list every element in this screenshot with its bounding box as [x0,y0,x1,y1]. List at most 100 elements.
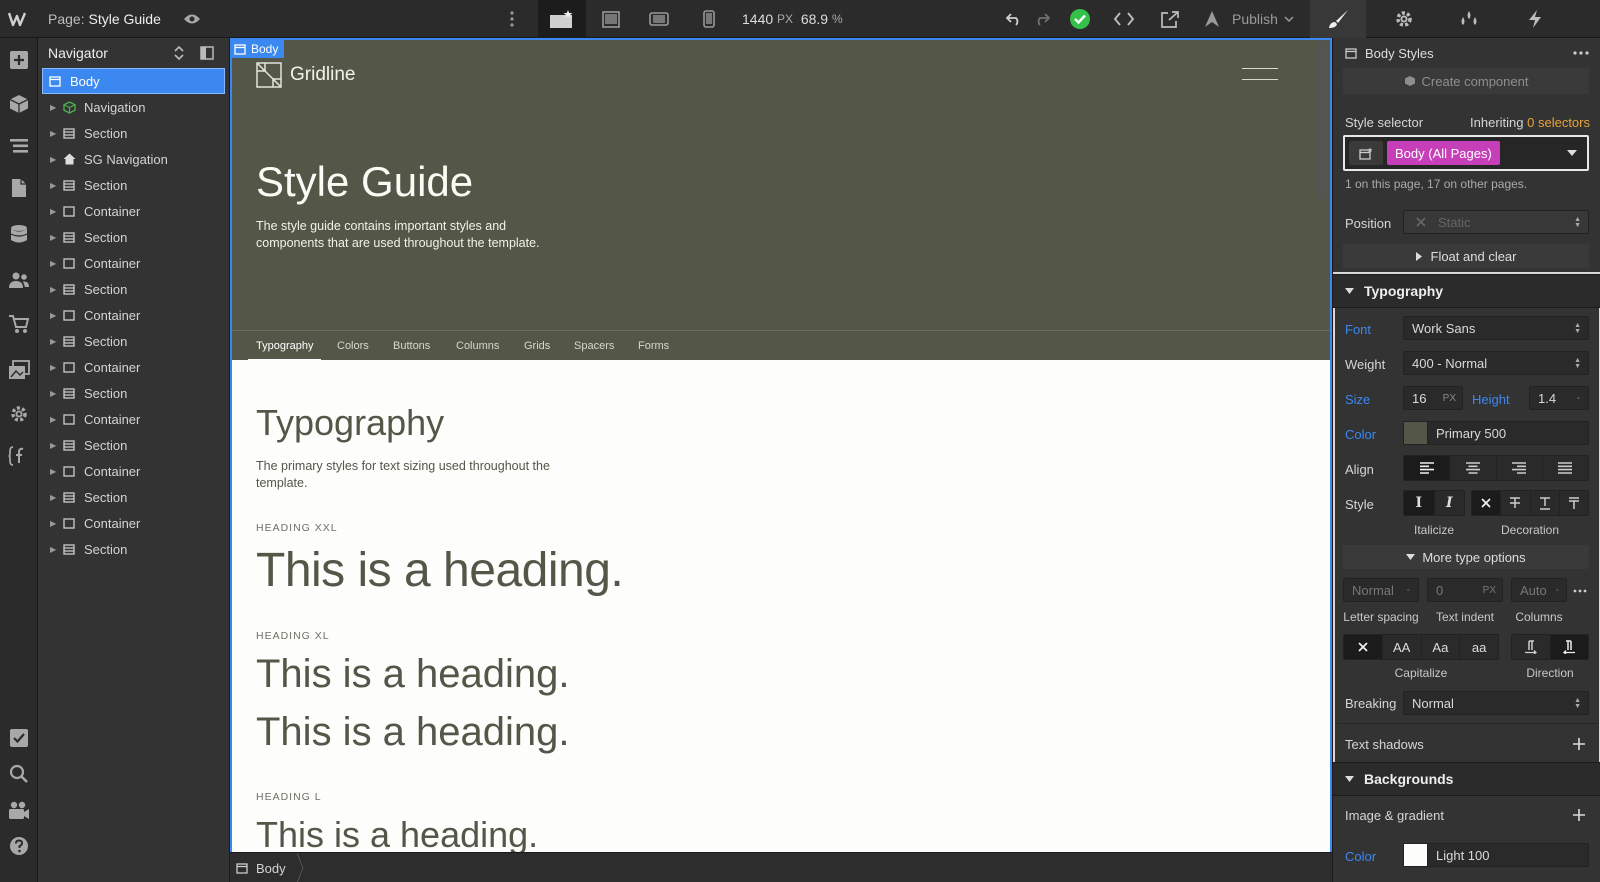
search-icon[interactable] [0,756,38,792]
caret-right-icon[interactable]: ▶ [50,181,58,190]
caret-right-icon[interactable]: ▶ [50,285,58,294]
tab-colors[interactable]: Colors [337,331,369,361]
more-type-options-toggle[interactable]: More type options [1343,545,1589,569]
caret-right-icon[interactable]: ▶ [50,545,58,554]
strikethrough-icon[interactable] [1501,491,1531,515]
navigator-item[interactable]: ▶ Section [38,484,229,510]
navigator-item[interactable]: ▶ Section [38,432,229,458]
navigator-item[interactable]: ▶ Section [38,120,229,146]
tab-columns[interactable]: Columns [456,331,499,361]
desktop-icon[interactable] [598,0,624,38]
caret-right-icon[interactable]: ▶ [50,363,58,372]
breadcrumb-item-body[interactable]: Body [236,853,304,882]
publish-button[interactable]: Publish [1202,0,1294,38]
caret-right-icon[interactable]: ▶ [50,415,58,424]
line-height-input[interactable]: 1.4 - [1529,386,1589,410]
weight-select[interactable]: 400 - Normal ▲ ▼ [1403,351,1589,375]
no-transform-icon[interactable] [1344,635,1383,659]
preview-eye-icon[interactable] [180,0,204,38]
italic-style-icon[interactable]: I [1435,491,1465,515]
background-color-input[interactable]: Light 100 [1403,843,1589,867]
caret-right-icon[interactable]: ▶ [50,389,58,398]
navigator-item[interactable]: ▶ SG Navigation [38,146,229,172]
size-unit[interactable]: PX [1443,393,1456,404]
breaking-select[interactable]: Normal ▲ ▼ [1403,691,1589,715]
direction-ltr-icon[interactable] [1512,635,1551,659]
navigator-item[interactable]: ▶ Container [38,406,229,432]
tab-grids[interactable]: Grids [524,331,550,361]
tab-buttons[interactable]: Buttons [393,331,430,361]
design-canvas[interactable]: Gridline Style Guide The style guide con… [230,38,1332,852]
brand-name[interactable]: Gridline [290,64,355,86]
navigator-item[interactable]: ▶ Section [38,380,229,406]
navigator-item[interactable]: ▶ Container [38,302,229,328]
selector-tag[interactable]: Body (All Pages) [1387,141,1500,165]
audit-checklist-icon[interactable] [0,720,38,756]
lightning-icon[interactable] [1507,0,1563,38]
navigator-item[interactable]: ▶ Container [38,510,229,536]
more-vertical-icon[interactable] [502,0,522,38]
caret-right-icon[interactable]: ▶ [50,155,58,164]
underline-icon[interactable] [1531,491,1560,515]
line-height-unit[interactable]: - [1577,393,1580,404]
navigator-item[interactable]: ▶ Container [38,354,229,380]
tab-forms[interactable]: Forms [638,331,669,361]
direction-rtl-icon[interactable] [1550,635,1588,659]
color-swatch[interactable] [1404,844,1428,866]
components-cube-icon[interactable] [0,86,38,122]
navigator-item[interactable]: ▶ Navigation [38,94,229,120]
navigator-item[interactable]: ▶ Section [38,536,229,562]
canvas-scrollbar[interactable] [1318,40,1326,200]
position-select[interactable]: Static ▲ ▼ [1403,210,1589,234]
add-text-shadow-plus-icon[interactable] [1573,738,1585,750]
lowercase-button[interactable]: aa [1460,635,1498,659]
page-selector[interactable]: Page: Style Guide [48,0,161,38]
typography-section-header[interactable]: Typography [1333,274,1600,308]
backgrounds-section-header[interactable]: Backgrounds [1333,762,1600,796]
tablet-landscape-icon[interactable] [646,0,672,38]
navigator-item-body[interactable]: Body [42,68,225,94]
help-icon[interactable] [0,828,38,864]
text-indent-input[interactable]: 0 PX [1427,578,1503,602]
selector-page-icon[interactable] [1349,141,1383,165]
selector-dropdown-icon[interactable] [1567,150,1577,156]
dock-panel-icon[interactable] [200,46,214,60]
navigator-layers-icon[interactable] [0,128,38,164]
hamburger-menu-icon[interactable] [1242,68,1278,80]
navigator-item[interactable]: ▶ Section [38,276,229,302]
ecommerce-cart-icon[interactable] [0,306,38,342]
align-left-icon[interactable] [1404,456,1451,480]
uppercase-button[interactable]: AA [1383,635,1422,659]
no-decoration-icon[interactable] [1472,491,1502,515]
video-tutorials-icon[interactable] [0,792,38,828]
align-center-icon[interactable] [1450,456,1497,480]
letter-spacing-input[interactable]: Normal - [1343,578,1419,602]
caret-right-icon[interactable]: ▶ [50,311,58,320]
caret-right-icon[interactable]: ▶ [50,519,58,528]
caret-right-icon[interactable]: ▶ [50,337,58,346]
webflow-logo-icon[interactable] [0,0,38,38]
logic-function-icon[interactable] [0,438,38,474]
inheriting-selectors-link[interactable]: 0 selectors [1527,115,1590,130]
align-right-icon[interactable] [1497,456,1543,480]
letter-spacing-unit[interactable]: - [1407,585,1410,596]
navigator-item[interactable]: ▶ Container [38,458,229,484]
columns-unit[interactable]: - [1556,585,1559,596]
assets-images-icon[interactable] [0,352,38,388]
tab-typography[interactable]: Typography [248,331,322,361]
navigator-item[interactable]: ▶ Section [38,224,229,250]
add-elements-icon[interactable] [0,42,38,78]
users-icon[interactable] [0,262,38,298]
create-component-button[interactable]: Create component [1343,68,1589,94]
add-background-plus-icon[interactable] [1573,809,1585,821]
caret-right-icon[interactable]: ▶ [50,207,58,216]
caret-right-icon[interactable]: ▶ [50,103,58,112]
navigator-item[interactable]: ▶ Container [38,250,229,276]
mobile-icon[interactable] [696,0,722,38]
columns-input[interactable]: Auto - [1511,578,1567,602]
text-color-input[interactable]: Primary 500 [1403,421,1589,445]
font-select[interactable]: Work Sans ▲ ▼ [1403,316,1589,340]
pages-icon[interactable] [0,170,38,206]
overline-icon[interactable] [1560,491,1588,515]
export-icon[interactable] [1158,0,1182,38]
